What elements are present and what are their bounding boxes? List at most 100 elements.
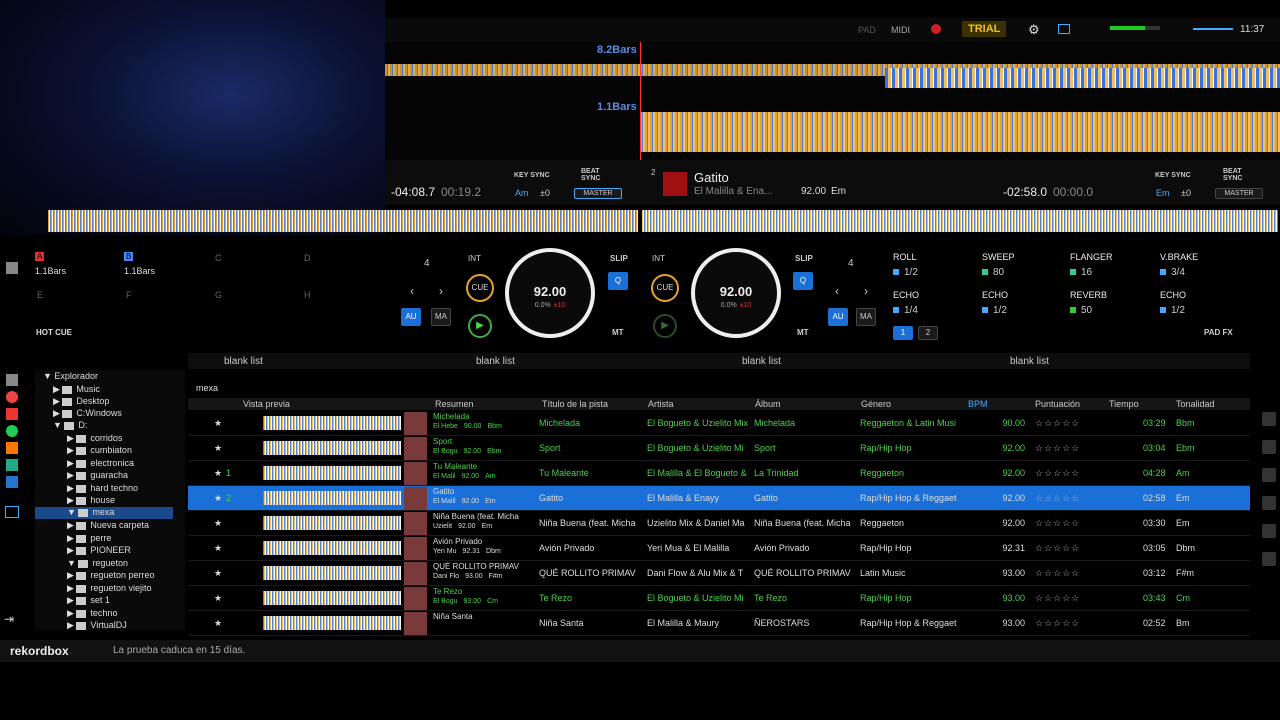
playlist-slot-1[interactable]: blank list xyxy=(224,356,263,367)
playlist-slot-3[interactable]: blank list xyxy=(742,356,781,367)
mytag-star-icon[interactable]: ★ xyxy=(214,443,222,454)
tree-item-perre[interactable]: ▶ perre xyxy=(67,533,111,545)
tree-item-house[interactable]: ▶ house xyxy=(67,495,115,507)
gear-icon[interactable]: ⚙ xyxy=(1028,22,1040,38)
mytag-star-icon[interactable]: ★ xyxy=(214,518,222,529)
tree-item-regueton-perreo[interactable]: ▶ regueton perreo xyxy=(67,570,154,582)
mytag-star-icon[interactable]: ★ xyxy=(214,568,222,579)
tree-item-hard-techno[interactable]: ▶ hard techno xyxy=(67,483,138,495)
rating-stars[interactable]: ☆☆☆☆☆ xyxy=(1035,493,1080,504)
deck1-overview-waveform[interactable] xyxy=(48,210,638,232)
col-summary[interactable]: Resumen xyxy=(435,399,474,409)
tree-item-desktop[interactable]: ▶ Desktop xyxy=(53,396,109,408)
hotcue-pad-h[interactable]: H xyxy=(304,290,311,300)
deck1-au-button[interactable]: AU xyxy=(401,308,421,326)
master-volume[interactable] xyxy=(1193,28,1233,30)
tree-item-techno[interactable]: ▶ techno xyxy=(67,608,117,620)
soundcloud-icon[interactable] xyxy=(6,442,18,454)
tree-item-virtualdj[interactable]: ▶ VirtualDJ xyxy=(67,620,127,632)
table-row[interactable]: ★ QUÉ ROLLITO PRIMAV Dani Flo 93.00 F#m QUÉ R… xyxy=(188,561,1250,586)
table-row[interactable]: ★ 1 Tu Maleante El Malil 92.00 Am Tu Maleante E… xyxy=(188,461,1250,486)
mytag-star-icon[interactable]: ★ xyxy=(214,618,222,629)
table-row[interactable]: ★ Niña Santa Niña Santa El Malilla & Maury Ñ… xyxy=(188,611,1250,636)
fx-vbrake[interactable]: V.BRAKE 3/4 xyxy=(1160,252,1248,288)
rating-stars[interactable]: ☆☆☆☆☆ xyxy=(1035,593,1080,604)
tree-item-mexa[interactable]: ▼ mexa xyxy=(35,507,173,519)
deck2-ma-button[interactable]: MA xyxy=(856,308,876,326)
rating-stars[interactable]: ☆☆☆☆☆ xyxy=(1035,568,1080,579)
info-icon[interactable] xyxy=(1262,496,1276,510)
deck2-jog-wheel[interactable]: 92.00 0.0% ±10 xyxy=(691,248,781,338)
mytag-star-icon[interactable]: ★ xyxy=(214,468,222,479)
beatport-icon[interactable] xyxy=(6,459,18,471)
music-app-icon[interactable] xyxy=(6,408,18,420)
tree-item-nueva-carpeta[interactable]: ▶ Nueva carpeta xyxy=(67,520,149,532)
deck2-au-button[interactable]: AU xyxy=(828,308,848,326)
hotcue-pad-d[interactable]: D xyxy=(304,253,311,263)
itunes-icon[interactable] xyxy=(6,391,18,403)
deck2-mt-button[interactable]: MT xyxy=(797,328,809,337)
fx-bank-2[interactable]: 2 xyxy=(918,326,938,340)
preview-waveform[interactable] xyxy=(263,416,401,430)
preview-waveform[interactable] xyxy=(263,466,401,480)
tree-item-cwindows[interactable]: ▶ C:Windows xyxy=(53,408,122,420)
rating-stars[interactable]: ☆☆☆☆☆ xyxy=(1035,618,1080,629)
layout-icon[interactable] xyxy=(1058,24,1070,34)
deck2-key-sync[interactable]: KEY SYNC xyxy=(1155,172,1191,179)
col-artist[interactable]: Artista xyxy=(648,399,674,409)
table-row[interactable]: ★ Te Rezo El Bogu 93.00 Cm Te Rezo El Bogueto … xyxy=(188,586,1250,611)
tree-item-set-1[interactable]: ▶ set 1 xyxy=(67,595,110,607)
tree-item-cumbiaton[interactable]: ▶ cumbiaton xyxy=(67,445,132,457)
col-key[interactable]: Tonalidad xyxy=(1176,399,1215,409)
preview-waveform[interactable] xyxy=(263,541,401,555)
mytag-star-icon[interactable]: ★ xyxy=(214,418,222,429)
deck1-key-sync[interactable]: KEY SYNC xyxy=(514,172,550,179)
deck1-beat-sync[interactable]: BEAT SYNC xyxy=(581,168,607,182)
tag-icon[interactable] xyxy=(1262,412,1276,426)
rating-stars[interactable]: ☆☆☆☆☆ xyxy=(1035,543,1080,554)
link-icon[interactable] xyxy=(1262,440,1276,454)
grid-icon[interactable] xyxy=(6,262,18,274)
tree-item-d[interactable]: ▼ D: xyxy=(53,420,87,432)
rating-stars[interactable]: ☆☆☆☆☆ xyxy=(1035,468,1080,479)
table-row[interactable]: ★ Avión Privado Yeri Mu 92.31 Dbm Avión Priva… xyxy=(188,536,1250,561)
trial-badge[interactable]: TRIAL xyxy=(962,21,1007,37)
pad-fx-select[interactable]: PAD FX xyxy=(1204,328,1233,337)
deck2-next-arrow[interactable]: › xyxy=(864,284,868,298)
list-icon[interactable] xyxy=(1262,468,1276,482)
tree-item-music[interactable]: ▶ Music xyxy=(53,384,100,396)
preview-waveform[interactable] xyxy=(263,516,401,530)
deck2-play-button[interactable]: ▶ xyxy=(653,314,677,338)
playlist-slot-2[interactable]: blank list xyxy=(476,356,515,367)
tree-item-regueton-viejito[interactable]: ▶ regueton viejito xyxy=(67,583,151,595)
deck2-waveform[interactable] xyxy=(640,112,1280,152)
tree-item-regueton[interactable]: ▼ regueton xyxy=(67,558,128,570)
deck1-slip-button[interactable]: SLIP xyxy=(610,254,628,263)
col-genre[interactable]: Género xyxy=(861,399,891,409)
deck1-int-select[interactable]: INT xyxy=(468,254,481,263)
tree-item-corridos[interactable]: ▶ corridos xyxy=(67,433,122,445)
rating-stars[interactable]: ☆☆☆☆☆ xyxy=(1035,418,1080,429)
deck2-overview-waveform[interactable] xyxy=(642,210,1278,232)
tidal-icon[interactable] xyxy=(6,476,18,488)
deck1-master-button[interactable]: MASTER xyxy=(574,188,622,199)
explorer-icon[interactable] xyxy=(5,506,19,518)
deck1-next-arrow[interactable]: › xyxy=(439,284,443,298)
fx-bank-1[interactable]: 1 xyxy=(893,326,913,340)
hotcue-pad-g[interactable]: G xyxy=(215,290,222,300)
pad-button[interactable]: PAD xyxy=(858,25,876,35)
exit-icon[interactable]: ⇥ xyxy=(4,612,14,626)
fx-sweep[interactable]: SWEEP 80 xyxy=(982,252,1070,288)
table-row[interactable]: ★ Michelada El Hebe 90.00 Bbm Michelada El Bog… xyxy=(188,411,1250,436)
deck2-quantize-button[interactable]: Q xyxy=(793,272,813,290)
col-bpm[interactable]: BPM xyxy=(968,399,988,409)
preview-waveform[interactable] xyxy=(263,441,401,455)
spotify-icon[interactable] xyxy=(6,425,18,437)
col-album[interactable]: Álbum xyxy=(755,399,781,409)
tree-item-electronica[interactable]: ▶ electronica xyxy=(67,458,134,470)
table-row[interactable]: ★ Sport El Bogu 92.00 Ebm Sport El Bogueto & U… xyxy=(188,436,1250,461)
preview-waveform[interactable] xyxy=(263,616,401,630)
deck2-slip-button[interactable]: SLIP xyxy=(795,254,813,263)
deck1-cue-button[interactable]: CUE xyxy=(466,274,494,302)
midi-button[interactable]: MIDI xyxy=(891,25,910,35)
